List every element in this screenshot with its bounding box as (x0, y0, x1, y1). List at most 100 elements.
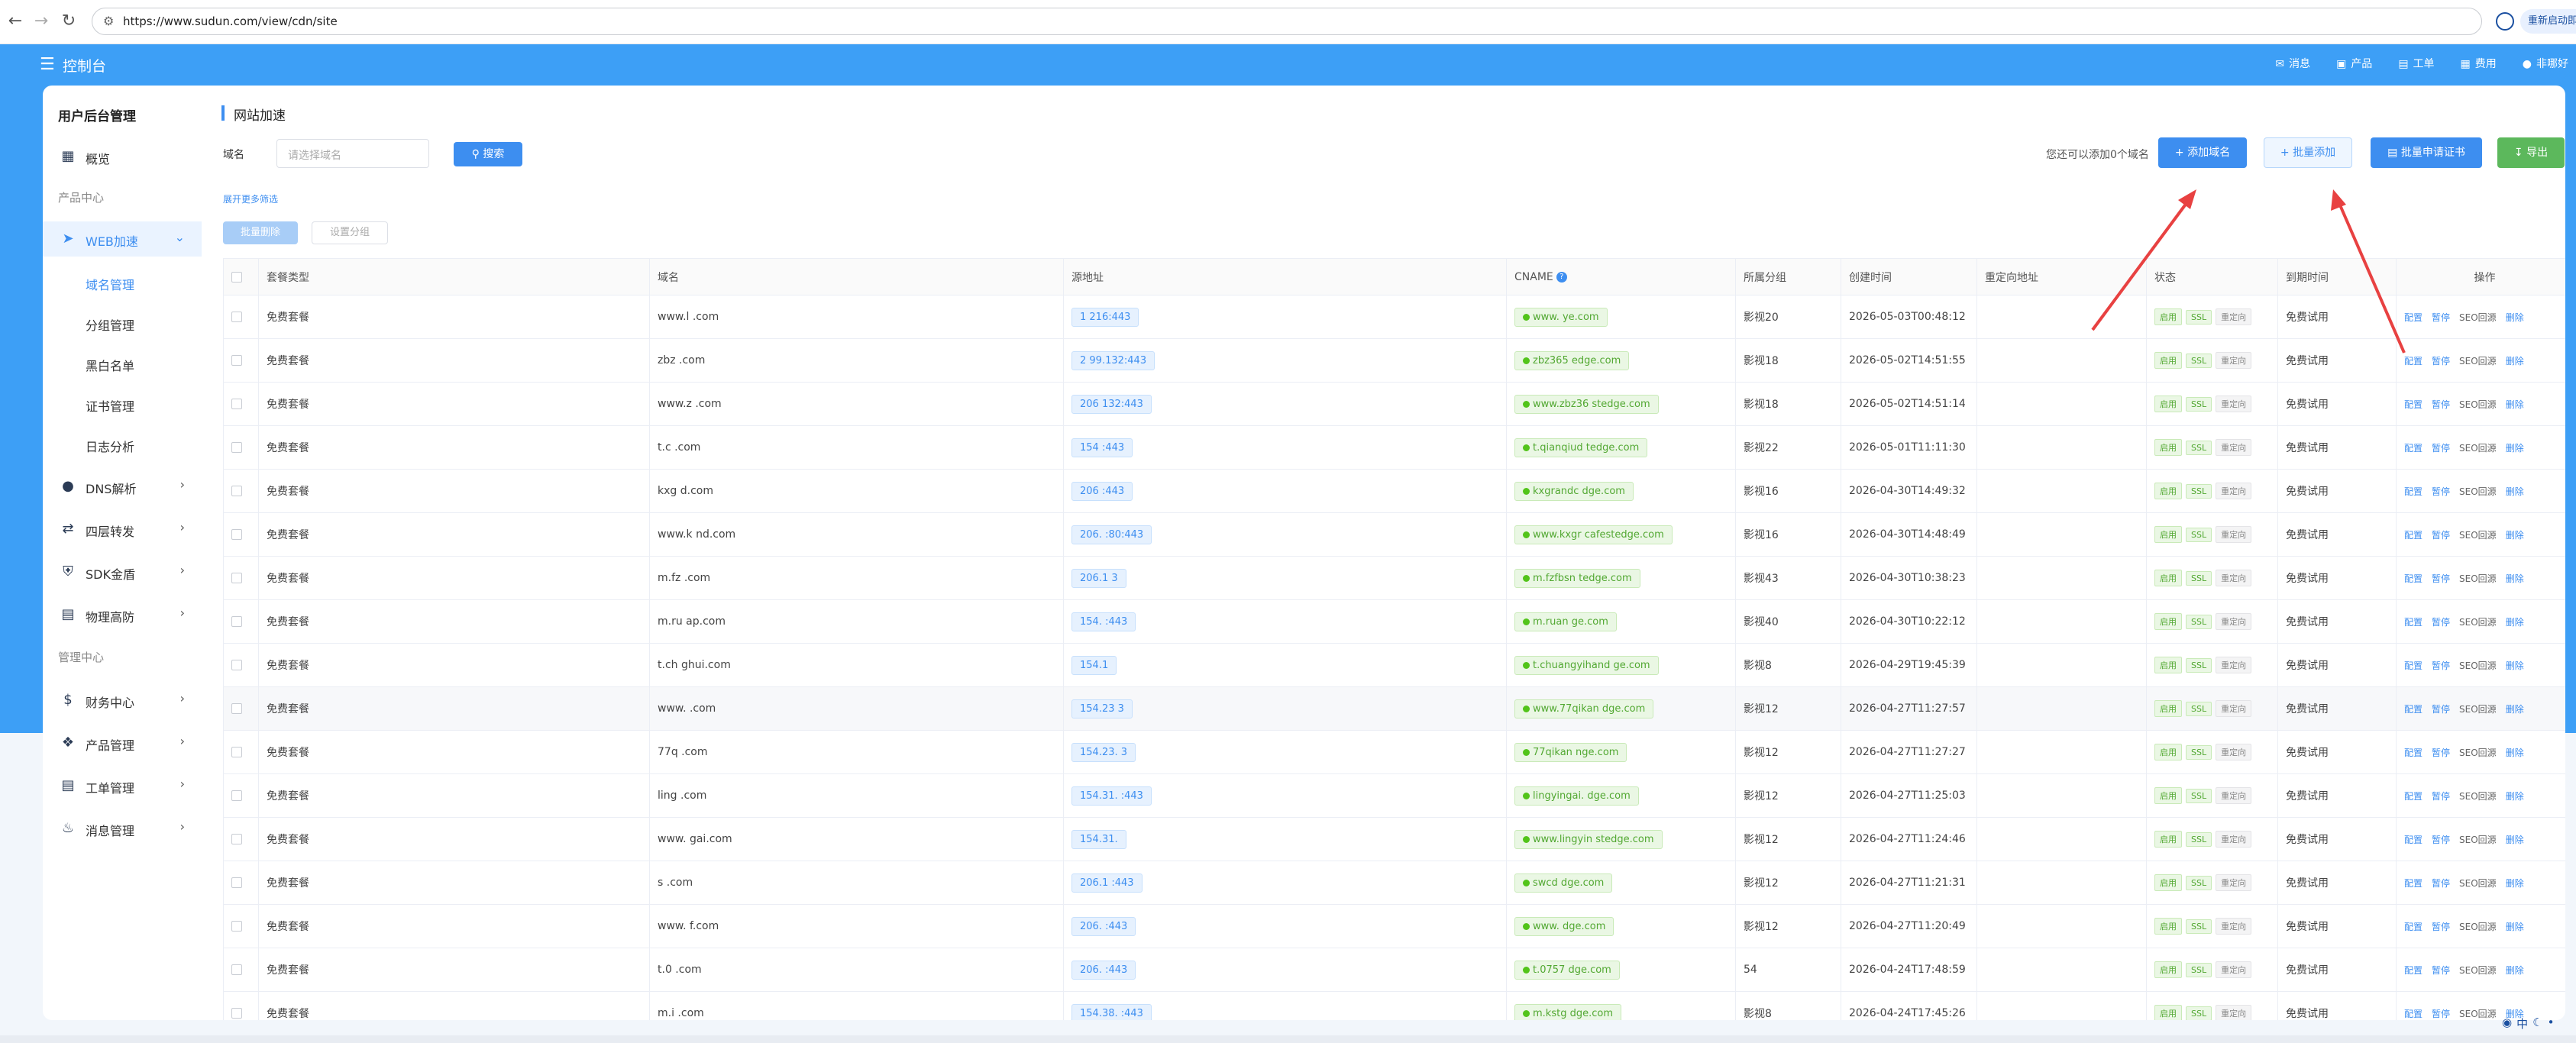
pause-action[interactable]: 暂停 (2432, 443, 2450, 454)
row-checkbox-cell[interactable] (223, 991, 259, 1020)
pause-action[interactable]: 暂停 (2432, 573, 2450, 584)
cname-tag[interactable]: t.0757 dge.com (1514, 960, 1620, 980)
nav-tickets[interactable]: ▤ 工单 (2398, 56, 2434, 71)
seo-action[interactable]: SEO回源 (2459, 965, 2497, 976)
delete-action[interactable]: 删除 (2506, 486, 2524, 497)
sidebar-item-finance[interactable]: $ 财务中心 › (43, 683, 202, 718)
checkbox[interactable] (231, 921, 242, 932)
delete-action[interactable]: 删除 (2506, 660, 2524, 671)
row-checkbox-cell[interactable] (223, 643, 259, 687)
pause-action[interactable]: 暂停 (2432, 486, 2450, 497)
row-checkbox-cell[interactable] (223, 425, 259, 470)
sidebar-item-web[interactable]: ➤ WEB加速 ⌄ (43, 221, 202, 257)
checkbox[interactable] (231, 1008, 242, 1019)
delete-action[interactable]: 删除 (2506, 573, 2524, 584)
checkbox[interactable] (231, 271, 242, 283)
checkbox[interactable] (231, 703, 242, 714)
sidebar-item-physical[interactable]: ▤ 物理高防 › (43, 597, 202, 632)
row-checkbox-cell[interactable] (223, 686, 259, 731)
seo-action[interactable]: SEO回源 (2459, 704, 2497, 715)
delete-action[interactable]: 删除 (2506, 356, 2524, 367)
seo-action[interactable]: SEO回源 (2459, 922, 2497, 932)
delete-action[interactable]: 删除 (2506, 704, 2524, 715)
header-select-all[interactable] (223, 258, 259, 295)
cname-tag[interactable]: zbz365 edge.com (1514, 350, 1630, 370)
sidebar-item-msg-mgmt[interactable]: ♨ 消息管理 › (43, 811, 202, 846)
checkbox[interactable] (231, 790, 242, 801)
config-action[interactable]: 配置 (2404, 530, 2422, 541)
row-checkbox-cell[interactable] (223, 338, 259, 383)
delete-action[interactable]: 删除 (2506, 617, 2524, 628)
checkbox[interactable] (231, 355, 242, 366)
sidebar-sub-domain[interactable]: 域名管理 (86, 275, 134, 293)
seo-action[interactable]: SEO回源 (2459, 617, 2497, 628)
pause-action[interactable]: 暂停 (2432, 835, 2450, 845)
checkbox[interactable] (231, 312, 242, 322)
row-checkbox-cell[interactable] (223, 817, 259, 861)
delete-action[interactable]: 删除 (2506, 399, 2524, 410)
sidebar-sub-group[interactable]: 分组管理 (86, 315, 134, 334)
pause-action[interactable]: 暂停 (2432, 748, 2450, 758)
add-domain-button[interactable]: + 添加域名 (2158, 137, 2247, 168)
config-action[interactable]: 配置 (2404, 748, 2422, 758)
config-action[interactable]: 配置 (2404, 617, 2422, 628)
row-checkbox-cell[interactable] (223, 773, 259, 818)
seo-action[interactable]: SEO回源 (2459, 660, 2497, 671)
checkbox[interactable] (231, 747, 242, 757)
delete-action[interactable]: 删除 (2506, 922, 2524, 932)
reload-icon[interactable]: ↻ (58, 11, 79, 32)
sidebar-sub-log[interactable]: 日志分析 (86, 437, 134, 455)
pause-action[interactable]: 暂停 (2432, 791, 2450, 802)
pause-action[interactable]: 暂停 (2432, 399, 2450, 410)
config-action[interactable]: 配置 (2404, 573, 2422, 584)
config-action[interactable]: 配置 (2404, 965, 2422, 976)
seo-action[interactable]: SEO回源 (2459, 486, 2497, 497)
sidebar-item-ticket-mgmt[interactable]: ▤ 工单管理 › (43, 768, 202, 803)
nav-messages[interactable]: ✉ 消息 (2275, 56, 2310, 71)
row-checkbox-cell[interactable] (223, 730, 259, 774)
cname-tag[interactable]: t.chuangyihand ge.com (1514, 655, 1659, 675)
sidebar-item-sdk[interactable]: ⛨ SDK金盾 › (43, 554, 202, 589)
delete-action[interactable]: 删除 (2506, 835, 2524, 845)
cname-tag[interactable]: www.kxgr cafestedge.com (1514, 525, 1673, 544)
delete-action[interactable]: 删除 (2506, 443, 2524, 454)
set-group-button[interactable]: 设置分组 (312, 221, 388, 244)
domain-filter-select[interactable]: 请选择域名 (276, 139, 429, 168)
row-checkbox-cell[interactable] (223, 512, 259, 557)
pause-action[interactable]: 暂停 (2432, 704, 2450, 715)
pause-action[interactable]: 暂停 (2432, 1009, 2450, 1019)
delete-action[interactable]: 删除 (2506, 530, 2524, 541)
cname-tag[interactable]: kxgrandc dge.com (1514, 481, 1634, 501)
config-action[interactable]: 配置 (2404, 356, 2422, 367)
cname-tag[interactable]: 77qikan nge.com (1514, 742, 1627, 762)
sidebar-sub-cert[interactable]: 证书管理 (86, 396, 134, 415)
checkbox[interactable] (231, 529, 242, 540)
search-button[interactable]: ⚲ 搜索 (454, 142, 522, 166)
cname-tag[interactable]: m.fzfbsn tedge.com (1514, 568, 1640, 588)
checkbox[interactable] (231, 616, 242, 627)
cname-tag[interactable]: m.ruan ge.com (1514, 612, 1617, 631)
sidebar-sub-blacklist[interactable]: 黑白名单 (86, 356, 134, 374)
config-action[interactable]: 配置 (2404, 1009, 2422, 1019)
config-action[interactable]: 配置 (2404, 443, 2422, 454)
seo-action[interactable]: SEO回源 (2459, 791, 2497, 802)
expand-filters-link[interactable]: 展开更多筛选 (223, 192, 278, 205)
checkbox[interactable] (231, 877, 242, 888)
cname-tag[interactable]: t.qianqiud tedge.com (1514, 438, 1648, 457)
checkbox[interactable] (231, 573, 242, 583)
nav-billing[interactable]: ▦ 费用 (2461, 56, 2497, 71)
help-icon[interactable]: ? (1556, 271, 1567, 283)
cname-tag[interactable]: www. dge.com (1514, 916, 1614, 936)
cname-tag[interactable]: swcd dge.com (1514, 873, 1613, 893)
seo-action[interactable]: SEO回源 (2459, 1009, 2497, 1019)
checkbox[interactable] (231, 486, 242, 496)
seo-action[interactable]: SEO回源 (2459, 835, 2497, 845)
row-checkbox-cell[interactable] (223, 904, 259, 948)
config-action[interactable]: 配置 (2404, 486, 2422, 497)
seo-action[interactable]: SEO回源 (2459, 573, 2497, 584)
checkbox[interactable] (231, 964, 242, 975)
checkbox[interactable] (231, 834, 242, 844)
cname-tag[interactable]: www.zbz36 stedge.com (1514, 394, 1659, 414)
menu-icon[interactable]: ☰ (40, 55, 55, 74)
pause-action[interactable]: 暂停 (2432, 617, 2450, 628)
